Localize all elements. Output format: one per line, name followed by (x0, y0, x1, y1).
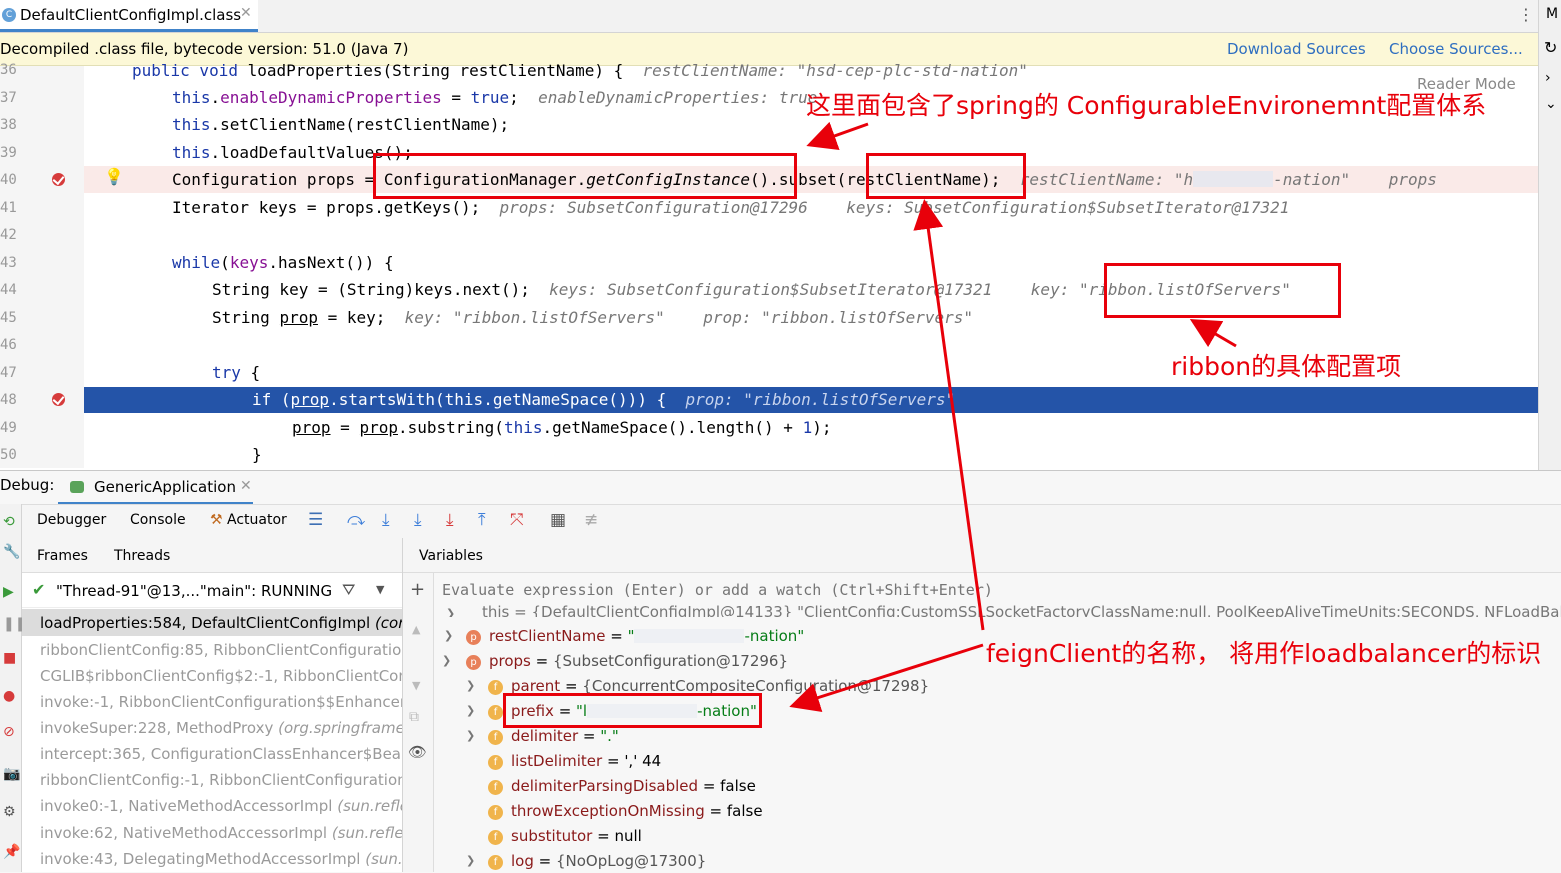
arrow-spring (806, 121, 869, 151)
annotation-arrows (789, 121, 1237, 712)
arrow-ribbon (1189, 318, 1237, 348)
arrow-feign-restclient (913, 199, 985, 631)
arrow-feign-prefix (789, 643, 984, 712)
